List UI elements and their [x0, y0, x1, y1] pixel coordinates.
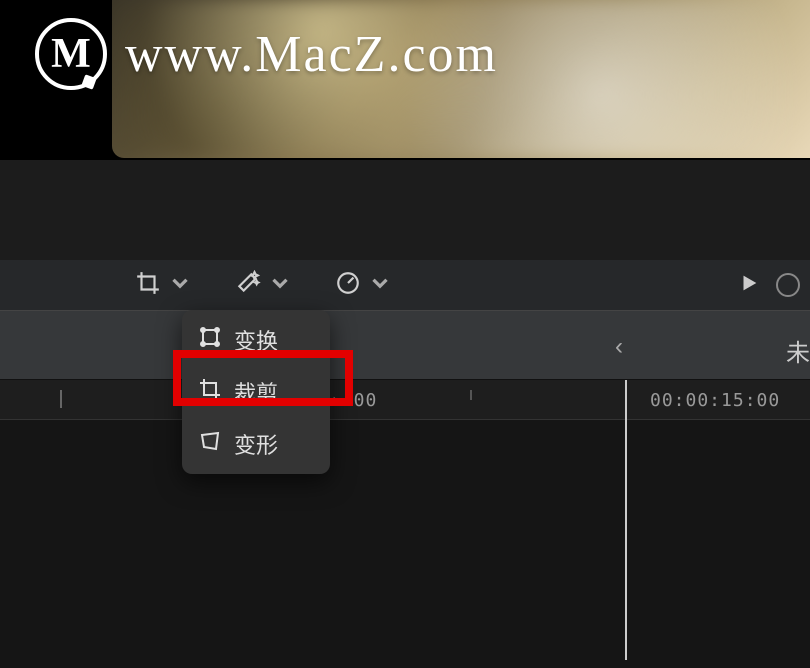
ruler-time-label: 00:00:15:00	[650, 390, 780, 411]
menu-item-transform[interactable]: 变换	[182, 314, 330, 366]
menu-item-distort[interactable]: 变形	[182, 418, 330, 470]
ruler-tick	[60, 390, 62, 408]
crop-icon	[135, 270, 161, 301]
menu-item-crop[interactable]: 裁剪	[182, 366, 330, 418]
transform-dropdown-menu: 变换 裁剪 变形	[182, 310, 330, 474]
chevron-down-icon	[167, 270, 193, 301]
timeline-header: ‹ 未	[0, 310, 810, 380]
transform-handles-icon	[198, 325, 222, 355]
watermark-logo-icon: M	[35, 18, 107, 90]
chevron-down-icon	[367, 270, 393, 301]
timeline-tracks[interactable]	[0, 420, 810, 668]
distort-icon	[198, 429, 222, 459]
enhance-tool-button[interactable]	[235, 270, 293, 301]
timeline-ruler[interactable]: ›:00 00:00:15:00	[0, 380, 810, 420]
ruler-tick	[470, 390, 472, 400]
chevron-down-icon	[267, 270, 293, 301]
crop-icon	[198, 377, 222, 407]
timeline-title: 未	[786, 333, 810, 368]
transform-tool-button[interactable]	[135, 270, 193, 301]
speedometer-icon	[335, 270, 361, 301]
menu-item-label: 变换	[234, 324, 278, 356]
playhead[interactable]	[625, 380, 627, 660]
retiming-tool-button[interactable]	[335, 270, 393, 301]
viewer-toolbar	[0, 260, 810, 310]
loop-button[interactable]	[776, 273, 800, 297]
ruler-time-label: ›:00	[330, 390, 377, 411]
play-button[interactable]	[738, 272, 760, 299]
watermark-logo-letter: M	[51, 30, 91, 78]
menu-item-label: 变形	[234, 428, 278, 460]
menu-item-label: 裁剪	[234, 376, 278, 408]
magic-wand-icon	[235, 270, 261, 301]
watermark-text: www.MacZ.com	[125, 25, 498, 84]
watermark: M www.MacZ.com	[35, 18, 498, 90]
preview-spacer	[0, 160, 810, 260]
timeline-back-button[interactable]: ‹	[615, 333, 623, 361]
